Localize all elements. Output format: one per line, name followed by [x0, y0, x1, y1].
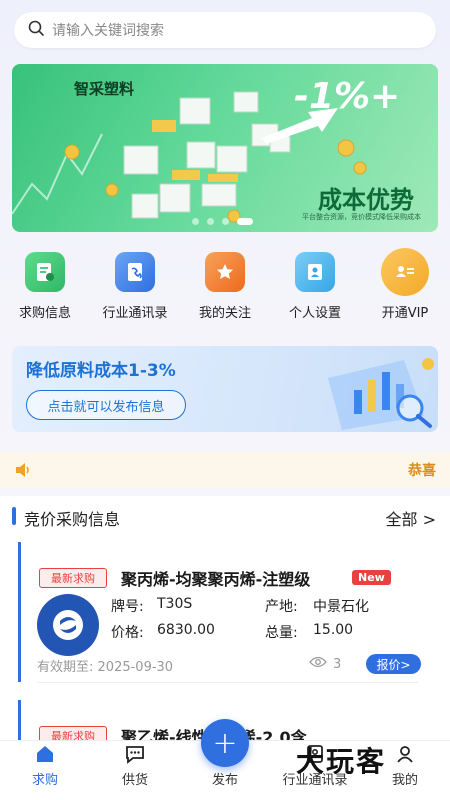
home-icon: [34, 743, 56, 765]
tab-label: 我的: [391, 773, 418, 788]
banner-brand: 智采塑料: [74, 80, 135, 98]
star-icon: [205, 252, 245, 292]
quick-label: 个人设置: [288, 306, 341, 321]
carousel-dot-active[interactable]: [237, 218, 253, 225]
carousel-dots[interactable]: [192, 218, 253, 225]
publish-info-button[interactable]: 点击就可以发布信息: [26, 390, 186, 420]
section-header: 竞价采购信息 全部 >: [0, 496, 450, 536]
chat-icon: [124, 743, 146, 765]
listing-tag: 最新求购: [39, 726, 107, 740]
expiry-text: 有效期至: 2025-09-30: [37, 656, 173, 675]
listing-card[interactable]: 最新求购 聚丙烯-均聚聚丙烯-注塑级 New 牌号: T30S 产地: 中景石化…: [18, 542, 434, 683]
quick-item-vip[interactable]: 开通VIP: [360, 248, 450, 332]
listing-list: 最新求购 聚丙烯-均聚聚丙烯-注塑级 New 牌号: T30S 产地: 中景石化…: [0, 536, 450, 740]
profile-icon: [394, 743, 416, 765]
expiry-label: 有效期至:: [37, 660, 94, 675]
quick-item-favorites[interactable]: 我的关注: [180, 252, 270, 332]
section-title: 竞价采购信息: [24, 510, 121, 529]
origin-label: 产地:: [265, 599, 298, 615]
price-value: 6830.00: [157, 622, 215, 638]
company-logo: [37, 594, 99, 656]
tab-label: 求购: [31, 773, 58, 788]
new-badge: New: [352, 570, 391, 585]
view-all-link[interactable]: 全部 >: [386, 506, 437, 530]
quick-item-directory[interactable]: 行业通讯录: [90, 252, 180, 332]
plus-icon: +: [212, 725, 238, 761]
banner-slogan: 成本优势: [318, 186, 414, 214]
banner-percent: -1%+: [294, 76, 401, 117]
banner-subtext: 平台整合资源，竞价模式降低采购成本: [302, 213, 421, 221]
chart-illustration: [328, 358, 434, 430]
promo-card[interactable]: 降低原料成本1-3% 点击就可以发布信息: [12, 346, 438, 432]
carousel-dot[interactable]: [222, 218, 229, 225]
section-accent-bar: [12, 507, 16, 525]
promo-title: 降低原料成本1-3%: [26, 361, 176, 381]
tab-purchase[interactable]: 求购: [0, 741, 90, 800]
search-icon: [28, 20, 44, 40]
purchase-list-icon: [25, 252, 65, 292]
notice-bar[interactable]: 恭喜: [0, 452, 450, 488]
settings-doc-icon: [295, 252, 335, 292]
quantity-value: 15.00: [313, 622, 354, 638]
quick-item-settings[interactable]: 个人设置: [270, 252, 360, 332]
quick-label: 开通VIP: [381, 306, 429, 321]
speaker-icon: [14, 462, 32, 482]
origin-value: 中景石化: [313, 599, 369, 615]
quantity-label: 总量:: [265, 625, 298, 641]
address-book-icon: [115, 252, 155, 292]
quick-label: 我的关注: [198, 306, 251, 321]
quote-button[interactable]: 报价>: [366, 654, 421, 674]
card-divider: [37, 682, 418, 683]
watermark: 大玩客: [296, 745, 387, 778]
brand-value: T30S: [157, 596, 193, 612]
brand-label: 牌号:: [111, 599, 144, 615]
listing-tag: 最新求购: [39, 568, 107, 588]
vip-card-icon: [381, 248, 429, 296]
search-bar[interactable]: 请输入关键词搜索: [14, 12, 436, 48]
price-label: 价格:: [111, 625, 144, 641]
carousel-dot[interactable]: [192, 218, 199, 225]
eye-icon: [309, 656, 327, 672]
notice-text: 恭喜: [408, 463, 436, 479]
view-count-value: 3: [333, 656, 342, 672]
quick-label: 行业通讯录: [102, 306, 168, 321]
carousel-dot[interactable]: [207, 218, 214, 225]
quick-item-purchase[interactable]: 求购信息: [0, 252, 90, 332]
quick-menu: 求购信息 行业通讯录 我的关注 个人设置 开通VIP: [0, 248, 450, 332]
listing-name: 聚丙烯-均聚聚丙烯-注塑级: [121, 570, 311, 589]
tab-label: 发布: [211, 773, 238, 788]
promo-banner-carousel[interactable]: 智采塑料 -1%+ 成本优势 平台整合资源，竞价模式降低采购成本: [12, 64, 438, 232]
publish-fab-button[interactable]: +: [201, 719, 249, 767]
tab-supply[interactable]: 供货: [90, 741, 180, 800]
quick-label: 求购信息: [18, 306, 71, 321]
expiry-date: 2025-09-30: [97, 660, 174, 675]
view-count: 3: [309, 656, 341, 672]
tab-label: 供货: [121, 773, 148, 788]
search-input[interactable]: 请输入关键词搜索: [52, 20, 164, 40]
